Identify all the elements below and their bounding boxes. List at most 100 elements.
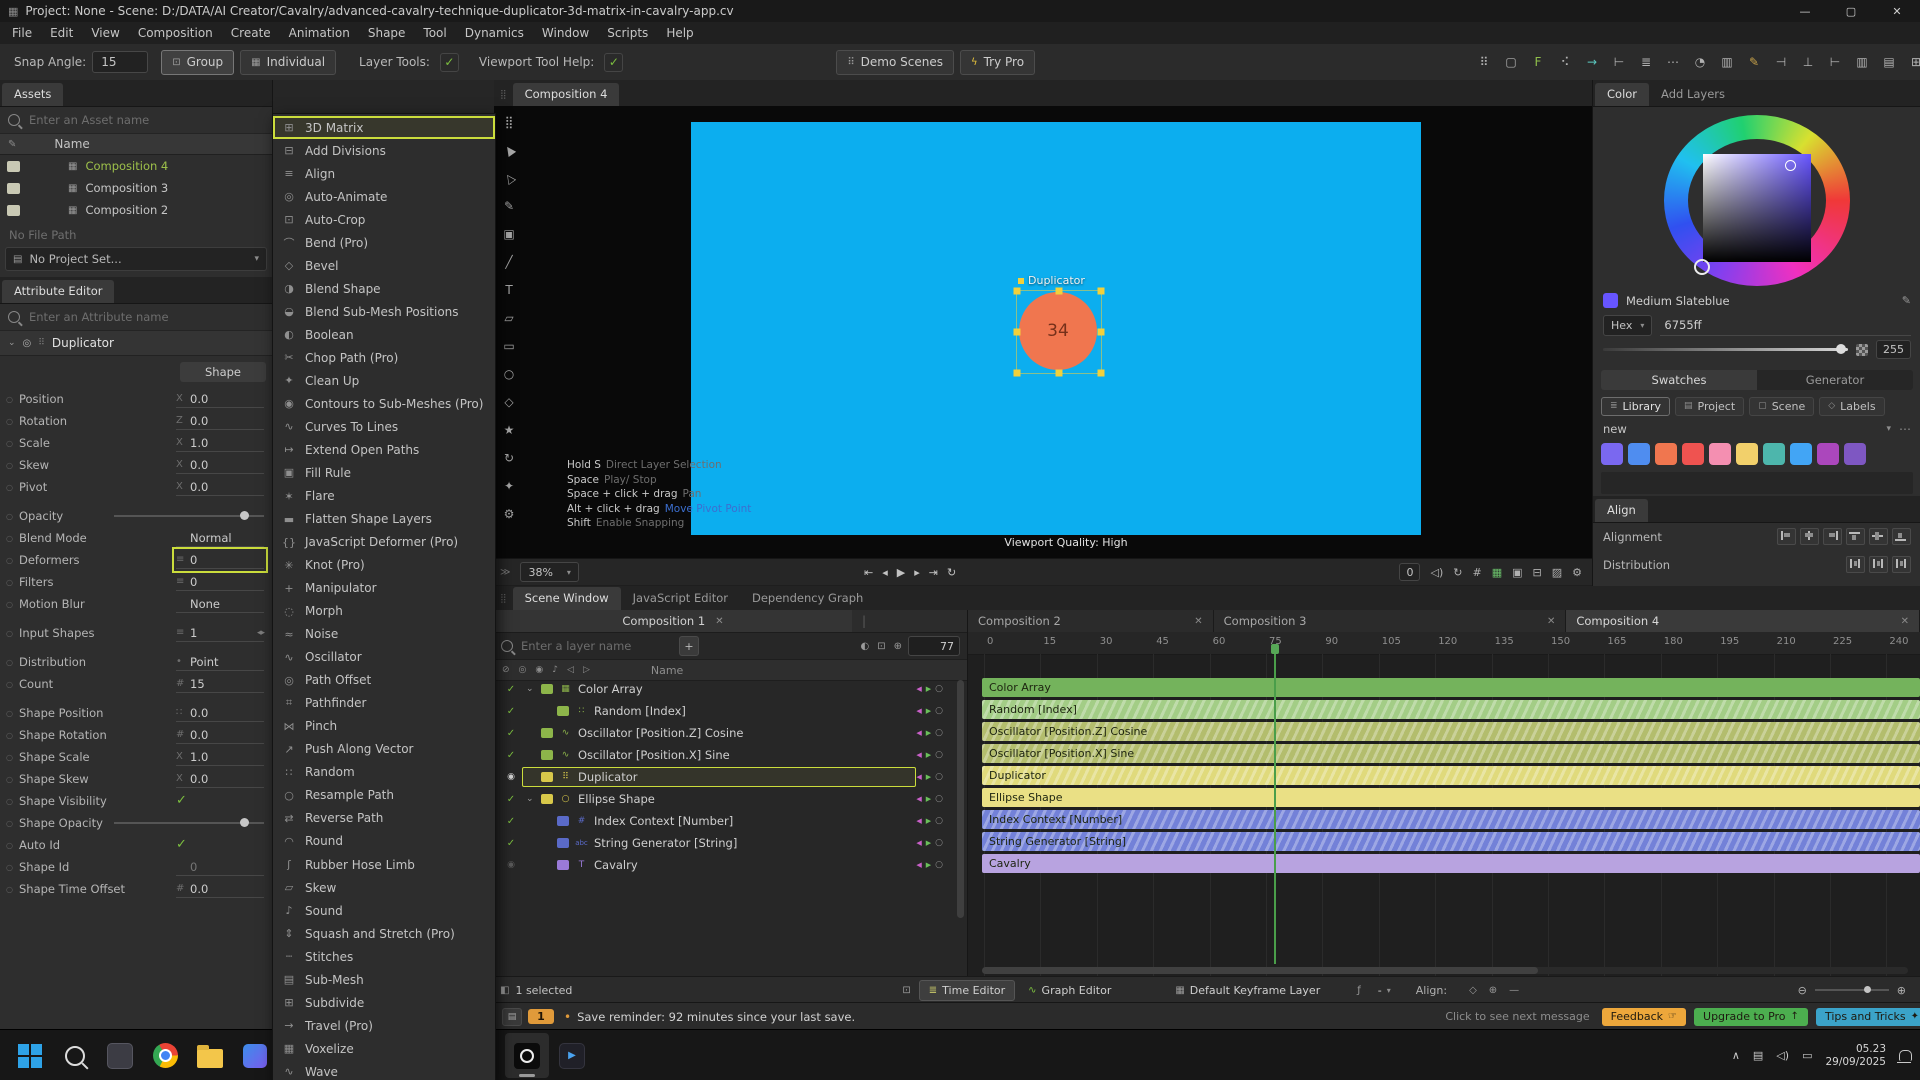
layer-enabled-check[interactable]: ✓	[500, 706, 522, 717]
layer-list-scrollbar[interactable]	[957, 680, 964, 918]
layer-color-chip[interactable]	[541, 794, 553, 804]
tab-scene-window[interactable]: Scene Window	[513, 587, 621, 610]
swatch-8[interactable]	[1817, 443, 1839, 465]
deformer-menu-item-auto-animate[interactable]: ◎Auto-Animate	[273, 185, 495, 208]
prev-keyframe-icon[interactable]: ◀	[916, 795, 921, 803]
layer-row-cavalry[interactable]: ◉TCavalry◀▶○	[494, 854, 949, 876]
cavalry-app-icon[interactable]	[505, 1033, 549, 1078]
close-tab-icon[interactable]: ✕	[715, 616, 723, 627]
clock-icon[interactable]: ◔	[1688, 50, 1712, 74]
deformer-menu-item-oscillator[interactable]: ∿Oscillator	[273, 646, 495, 669]
attr-row-shape-opacity[interactable]: ○Shape Opacity	[0, 812, 272, 834]
feedback-button[interactable]: Feedback☞	[1602, 1008, 1686, 1026]
tray-chevron-icon[interactable]: ∧	[1732, 1049, 1740, 1062]
swatch-5[interactable]	[1736, 443, 1758, 465]
selection-bounding-box[interactable]	[1016, 290, 1102, 374]
layer-visibility-eye[interactable]: ◉	[500, 772, 522, 782]
attr-field-motion-blur[interactable]: None	[176, 595, 264, 613]
next-keyframe-icon[interactable]: ▶	[926, 861, 931, 869]
grid-icon[interactable]: ⠿	[1472, 50, 1496, 74]
speaker-icon[interactable]: ◁)	[1430, 566, 1443, 579]
attr-row-motion-blur[interactable]: ○Motion BlurNone	[0, 593, 272, 615]
attr-field-scale[interactable]: X1.0	[176, 434, 264, 452]
attr-field-shape-skew[interactable]: X0.0	[176, 770, 264, 788]
attr-field-distribution[interactable]: •Point	[176, 653, 264, 671]
battery-icon[interactable]: ▭	[1802, 1049, 1812, 1062]
deformer-menu-item-curves-to-lines[interactable]: ∿Curves To Lines	[273, 415, 495, 438]
deformer-menu-item-voxelize[interactable]: ▦Voxelize	[273, 1037, 495, 1060]
hex-value-input[interactable]: 6755ff	[1660, 316, 1911, 336]
next-keyframe-icon[interactable]: ▶	[926, 707, 931, 715]
attr-field-rotation[interactable]: Z0.0	[176, 412, 264, 430]
keyframe-toggle-icon[interactable]: ○	[6, 797, 19, 806]
attr-field-skew[interactable]: X0.0	[176, 456, 264, 474]
next-keyframe-icon[interactable]: ▶	[926, 729, 931, 737]
layer-color-chip[interactable]	[541, 750, 553, 760]
loop-button[interactable]: ↻	[947, 566, 956, 579]
align-l-button[interactable]	[1777, 528, 1796, 545]
deformer-menu-item-round[interactable]: ◠Round	[273, 830, 495, 853]
widgets-button[interactable]	[98, 1033, 142, 1078]
library-button-library[interactable]: ≣Library	[1601, 397, 1670, 416]
collapse-icon[interactable]: ◧	[500, 985, 509, 996]
line-tool[interactable]: ╱	[498, 252, 520, 271]
deformer-menu-item-path-offset[interactable]: ◎Path Offset	[273, 669, 495, 692]
attr-field-count[interactable]: #15	[176, 675, 264, 693]
select-tool[interactable]: ▲	[495, 135, 524, 163]
zoom-in-icon[interactable]: ⊕	[1897, 984, 1906, 997]
layer-row-oscillator-position-x-sine[interactable]: ✓∿Oscillator [Position.X] Sine◀▶○	[494, 744, 949, 766]
track-bar-random-index[interactable]: Random [Index]	[982, 700, 1920, 719]
keyframe-toggle-icon[interactable]: ○	[6, 680, 19, 689]
step-forward-button[interactable]: ▸	[914, 566, 920, 579]
filter-icon[interactable]: ◐	[860, 641, 869, 652]
chrome-icon[interactable]	[143, 1033, 187, 1078]
keyframe-toggle-icon[interactable]: ○	[935, 706, 943, 716]
playhead-handle[interactable]	[1271, 644, 1279, 654]
attr-row-deformers[interactable]: ○Deformers≡0	[0, 549, 272, 571]
tab-add-layers[interactable]: Add Layers	[1649, 83, 1737, 106]
individual-mode-button[interactable]: ▦Individual	[240, 50, 336, 75]
panel-grip-icon[interactable]: ⣿	[500, 594, 507, 604]
selection-handle-5[interactable]	[1014, 370, 1021, 377]
attr-row-auto-id[interactable]: ○Auto Id✓	[0, 834, 272, 856]
next-keyframe-icon[interactable]: ▶	[926, 773, 931, 781]
deformer-menu-item-javascript-deformer-pro[interactable]: {}JavaScript Deformer (Pro)	[273, 531, 495, 554]
prev-keyframe-icon[interactable]: ◀	[916, 707, 921, 715]
distribute-d1-button[interactable]	[1846, 556, 1865, 573]
current-frame-field[interactable]: 77	[908, 636, 960, 656]
layer-color-chip[interactable]	[541, 684, 553, 694]
selection-handle-3[interactable]	[1014, 329, 1021, 336]
start-button[interactable]	[8, 1033, 52, 1078]
asset-row-composition-2[interactable]: ▦Composition 2	[0, 199, 272, 221]
track-bar-oscillator-position-x-sine[interactable]: Oscillator [Position.X] Sine	[982, 744, 1920, 763]
panel-grip-icon[interactable]: ⣿	[500, 90, 507, 100]
lock-column-icon[interactable]: ⊘	[502, 665, 510, 675]
color-wheel[interactable]	[1664, 115, 1850, 286]
keyframe-layer-dropdown[interactable]: ▦ Default Keyframe Layer	[1166, 981, 1329, 1000]
loop-mode-icon[interactable]: ◇	[1469, 985, 1477, 996]
deformer-menu-item-pathfinder[interactable]: ⌗Pathfinder	[273, 692, 495, 715]
dots-icon[interactable]: ⠪	[1553, 50, 1577, 74]
saturation-indicator[interactable]	[1785, 160, 1796, 171]
target-icon[interactable]: ⊕	[894, 641, 902, 652]
asset-row-composition-4[interactable]: ▦Composition 4	[0, 155, 272, 177]
hue-indicator[interactable]	[1694, 259, 1710, 275]
volume-icon[interactable]: ◁)	[1776, 1049, 1789, 1062]
play-button[interactable]: ▶	[897, 566, 905, 579]
deformer-menu-item-add-divisions[interactable]: ⊟Add Divisions	[273, 139, 495, 162]
camera-tool[interactable]: ▣	[498, 224, 520, 243]
menu-scripts[interactable]: Scripts	[598, 26, 657, 40]
rows2-icon[interactable]: ▤	[1877, 50, 1901, 74]
group-mode-button[interactable]: ⊡Group	[161, 50, 234, 75]
next-keyframe-icon[interactable]: ▶	[926, 839, 931, 847]
selection-handle-6[interactable]	[1056, 370, 1063, 377]
insert-icon[interactable]: ⊕	[1489, 985, 1497, 996]
attr-field-input-shapes[interactable]: ≡1◂▸	[176, 624, 264, 642]
rows-icon[interactable]: ≣	[1634, 50, 1658, 74]
keyframe-toggle-icon[interactable]: ○	[6, 841, 19, 850]
keyframe-toggle-icon[interactable]: ○	[6, 534, 19, 543]
graph-editor-button[interactable]: ∿ Graph Editor	[1019, 981, 1120, 1000]
layer-row-index-context-number[interactable]: ✓#Index Context [Number]◀▶○	[494, 810, 949, 832]
layer-color-chip[interactable]	[557, 838, 569, 848]
close-tab-icon[interactable]: ✕	[1184, 616, 1202, 627]
